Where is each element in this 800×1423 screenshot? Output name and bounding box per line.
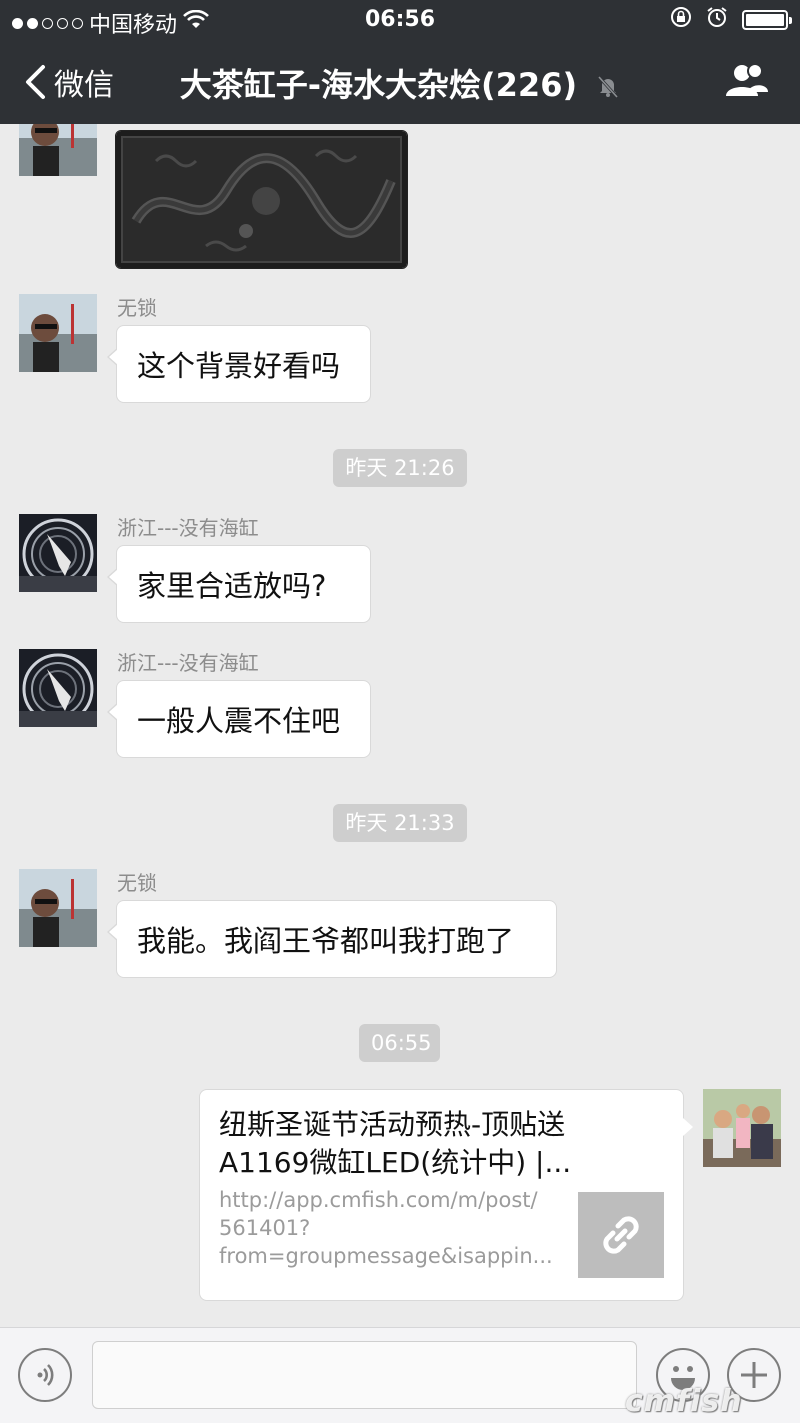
message-bubble[interactable]: 这个背景好看吗 bbox=[107, 325, 371, 403]
message-input[interactable] bbox=[92, 1341, 637, 1409]
alarm-icon bbox=[706, 6, 728, 34]
link-url: http://app.cmfish.com/m/post/ 561401? fr… bbox=[219, 1186, 564, 1270]
chat-title: 大茶缸子-海水大杂烩(226) bbox=[0, 60, 800, 106]
message-text: 这个背景好看吗 bbox=[137, 349, 341, 383]
avatar-wusuo[interactable] bbox=[19, 294, 97, 372]
message-text: 我能。我阎王爷都叫我打跑了 bbox=[137, 924, 515, 958]
message-bubble[interactable]: 我能。我阎王爷都叫我打跑了 bbox=[107, 900, 557, 978]
avatar-self[interactable] bbox=[703, 1089, 781, 1167]
link-url-line: from=groupmessage&isappin... bbox=[219, 1244, 553, 1268]
bell-off-icon bbox=[596, 68, 620, 106]
avatar-zhejiang[interactable] bbox=[19, 649, 97, 727]
chat-area[interactable]: 无锁 这个背景好看吗 昨天 21:26 浙江---没有海缸 家里合适放吗? 浙江… bbox=[0, 124, 800, 1327]
timestamp: 06:55 bbox=[359, 1024, 440, 1062]
image-message-dragon[interactable] bbox=[115, 130, 408, 269]
timestamp: 昨天 21:26 bbox=[333, 449, 467, 487]
avatar-zhejiang[interactable] bbox=[19, 514, 97, 592]
sender-name: 浙江---没有海缸 bbox=[117, 516, 259, 540]
status-bar: 中国移动 06:56 bbox=[0, 0, 800, 40]
sender-name: 无锁 bbox=[117, 296, 157, 320]
watermark: cmfish bbox=[625, 1384, 743, 1419]
chat-title-text: 大茶缸子-海水大杂烩(226) bbox=[179, 66, 578, 104]
sender-name: 无锁 bbox=[117, 871, 157, 895]
link-card-message[interactable]: 纽斯圣诞节活动预热-顶贴送 A1169微缸LED(统计中) |... http:… bbox=[199, 1089, 693, 1301]
voice-button[interactable] bbox=[18, 1348, 72, 1402]
link-url-line: http://app.cmfish.com/m/post/ bbox=[219, 1188, 538, 1212]
battery-icon bbox=[742, 10, 792, 30]
sender-name: 浙江---没有海缸 bbox=[117, 651, 259, 675]
link-title-line: 纽斯圣诞节活动预热-顶贴送 bbox=[219, 1108, 566, 1141]
group-members-icon bbox=[726, 63, 768, 96]
link-title-line: A1169微缸LED(统计中) |... bbox=[219, 1146, 572, 1179]
message-text: 家里合适放吗? bbox=[137, 569, 327, 603]
link-title: 纽斯圣诞节活动预热-顶贴送 A1169微缸LED(统计中) |... bbox=[219, 1106, 649, 1182]
message-text: 一般人震不住吧 bbox=[137, 704, 341, 738]
link-chain-icon bbox=[603, 1216, 639, 1254]
avatar-wusuo[interactable] bbox=[19, 124, 97, 176]
link-url-line: 561401? bbox=[219, 1216, 311, 1240]
link-thumbnail bbox=[578, 1192, 664, 1278]
message-bubble[interactable]: 家里合适放吗? bbox=[107, 545, 371, 623]
rotation-lock-icon bbox=[670, 6, 692, 34]
dragon-carving-image bbox=[116, 131, 407, 268]
timestamp: 昨天 21:33 bbox=[333, 804, 467, 842]
group-members-button[interactable] bbox=[724, 62, 770, 104]
status-right bbox=[670, 6, 792, 34]
message-bubble[interactable]: 一般人震不住吧 bbox=[107, 680, 371, 758]
avatar-wusuo[interactable] bbox=[19, 869, 97, 947]
nav-bar: 微信 大茶缸子-海水大杂烩(226) bbox=[0, 40, 800, 124]
voice-icon bbox=[37, 1364, 54, 1386]
